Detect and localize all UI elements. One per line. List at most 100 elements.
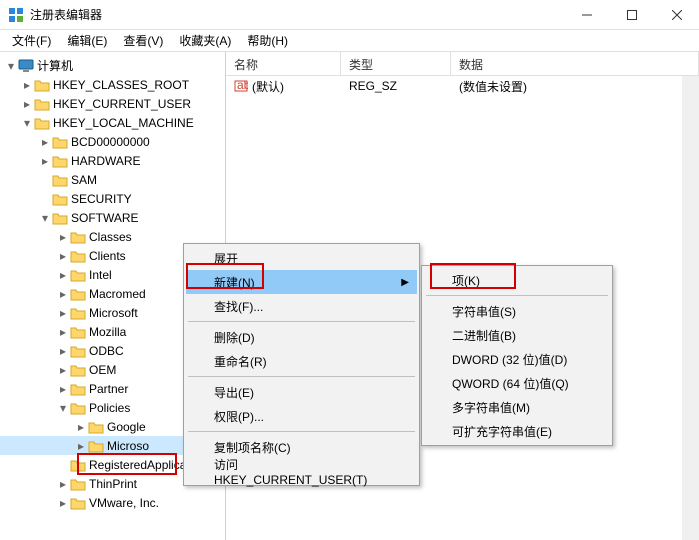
window-title: 注册表编辑器: [30, 6, 564, 23]
tree-node-security[interactable]: ▸SECURITY: [0, 189, 225, 208]
list-row[interactable]: ab (默认) REG_SZ (数值未设置): [226, 76, 699, 96]
folder-icon: [34, 97, 50, 111]
folder-icon: [70, 230, 86, 244]
maximize-button[interactable]: [609, 0, 654, 29]
ctx-new-key[interactable]: 项(K): [424, 268, 610, 292]
svg-text:ab: ab: [237, 79, 248, 92]
menu-favorites[interactable]: 收藏夹(A): [171, 30, 239, 51]
computer-icon: [18, 59, 34, 73]
menu-file[interactable]: 文件(F): [4, 30, 59, 51]
folder-icon: [34, 116, 50, 130]
folder-icon: [52, 173, 68, 187]
folder-icon: [70, 344, 86, 358]
ctx-new-binary[interactable]: 二进制值(B): [424, 323, 610, 347]
folder-icon: [70, 287, 86, 301]
chevron-right-icon[interactable]: ▸: [20, 78, 34, 92]
tree-node-software[interactable]: ▾SOFTWARE: [0, 208, 225, 227]
chevron-right-icon[interactable]: ▸: [56, 249, 70, 263]
ctx-permissions[interactable]: 权限(P)...: [186, 404, 417, 428]
vertical-scrollbar[interactable]: [682, 76, 699, 540]
tree-node-computer[interactable]: ▾ 计算机: [0, 56, 225, 75]
value-data: (数值未设置): [451, 78, 699, 95]
value-type: REG_SZ: [341, 79, 451, 93]
chevron-down-icon[interactable]: ▾: [38, 211, 52, 225]
chevron-right-icon[interactable]: ▸: [74, 439, 88, 453]
folder-icon: [70, 249, 86, 263]
column-header-data[interactable]: 数据: [451, 52, 699, 75]
context-menu-main: 展开 新建(N)▶ 查找(F)... 删除(D) 重命名(R) 导出(E) 权限…: [183, 243, 420, 486]
chevron-right-icon[interactable]: ▸: [56, 230, 70, 244]
folder-icon: [52, 135, 68, 149]
menu-view[interactable]: 查看(V): [115, 30, 171, 51]
folder-icon: [70, 458, 86, 472]
ctx-new-multistring[interactable]: 多字符串值(M): [424, 395, 610, 419]
tree-node-bcd[interactable]: ▸BCD00000000: [0, 132, 225, 151]
ctx-goto-hkcu[interactable]: 访问 HKEY_CURRENT_USER(T): [186, 459, 417, 483]
folder-icon: [70, 363, 86, 377]
folder-icon: [70, 382, 86, 396]
folder-icon: [88, 420, 104, 434]
window-controls: [564, 0, 699, 29]
folder-icon: [52, 192, 68, 206]
chevron-right-icon[interactable]: ▸: [38, 154, 52, 168]
chevron-down-icon[interactable]: ▾: [4, 59, 18, 73]
tree-node-hardware[interactable]: ▸HARDWARE: [0, 151, 225, 170]
minimize-button[interactable]: [564, 0, 609, 29]
chevron-right-icon[interactable]: ▸: [20, 97, 34, 111]
folder-icon: [70, 325, 86, 339]
ctx-expand[interactable]: 展开: [186, 246, 417, 270]
chevron-right-icon[interactable]: ▸: [74, 420, 88, 434]
chevron-right-icon[interactable]: ▸: [56, 325, 70, 339]
folder-icon: [88, 439, 104, 453]
ctx-new[interactable]: 新建(N)▶: [186, 270, 417, 294]
menu-separator: [188, 321, 415, 322]
folder-icon: [70, 306, 86, 320]
menu-separator: [188, 431, 415, 432]
tree-node-hkcr[interactable]: ▸ HKEY_CLASSES_ROOT: [0, 75, 225, 94]
column-header-name[interactable]: 名称: [226, 52, 341, 75]
close-button[interactable]: [654, 0, 699, 29]
folder-icon: [70, 401, 86, 415]
titlebar: 注册表编辑器: [0, 0, 699, 30]
chevron-right-icon[interactable]: ▸: [56, 382, 70, 396]
folder-icon: [52, 211, 68, 225]
chevron-right-icon[interactable]: ▸: [56, 268, 70, 282]
folder-icon: [70, 496, 86, 510]
ctx-export[interactable]: 导出(E): [186, 380, 417, 404]
menu-separator: [426, 295, 608, 296]
ctx-new-qword[interactable]: QWORD (64 位)值(Q): [424, 371, 610, 395]
folder-icon: [70, 268, 86, 282]
string-value-icon: ab: [234, 79, 248, 93]
folder-icon: [70, 477, 86, 491]
ctx-rename[interactable]: 重命名(R): [186, 349, 417, 373]
menu-edit[interactable]: 编辑(E): [59, 30, 115, 51]
chevron-down-icon[interactable]: ▾: [56, 401, 70, 415]
menu-help[interactable]: 帮助(H): [239, 30, 296, 51]
chevron-right-icon[interactable]: ▸: [56, 344, 70, 358]
chevron-right-icon[interactable]: ▸: [38, 135, 52, 149]
tree-node-hklm[interactable]: ▾ HKEY_LOCAL_MACHINE: [0, 113, 225, 132]
tree-node-sam[interactable]: ▸SAM: [0, 170, 225, 189]
ctx-new-string[interactable]: 字符串值(S): [424, 299, 610, 323]
list-header: 名称 类型 数据: [226, 52, 699, 76]
value-name: (默认): [252, 78, 284, 95]
chevron-right-icon[interactable]: ▸: [56, 496, 70, 510]
submenu-arrow-icon: ▶: [401, 277, 409, 288]
chevron-down-icon[interactable]: ▾: [20, 116, 34, 130]
folder-icon: [52, 154, 68, 168]
ctx-delete[interactable]: 删除(D): [186, 325, 417, 349]
column-header-type[interactable]: 类型: [341, 52, 451, 75]
chevron-right-icon[interactable]: ▸: [56, 477, 70, 491]
app-icon: [8, 7, 24, 23]
chevron-right-icon[interactable]: ▸: [56, 306, 70, 320]
tree-node-hkcu[interactable]: ▸ HKEY_CURRENT_USER: [0, 94, 225, 113]
chevron-right-icon[interactable]: ▸: [56, 287, 70, 301]
folder-icon: [34, 78, 50, 92]
ctx-new-dword[interactable]: DWORD (32 位)值(D): [424, 347, 610, 371]
tree-node-vmware[interactable]: ▸VMware, Inc.: [0, 493, 225, 512]
context-menu-new-submenu: 项(K) 字符串值(S) 二进制值(B) DWORD (32 位)值(D) QW…: [421, 265, 613, 446]
ctx-new-expandstring[interactable]: 可扩充字符串值(E): [424, 419, 610, 443]
menubar: 文件(F) 编辑(E) 查看(V) 收藏夹(A) 帮助(H): [0, 30, 699, 52]
chevron-right-icon[interactable]: ▸: [56, 363, 70, 377]
ctx-find[interactable]: 查找(F)...: [186, 294, 417, 318]
